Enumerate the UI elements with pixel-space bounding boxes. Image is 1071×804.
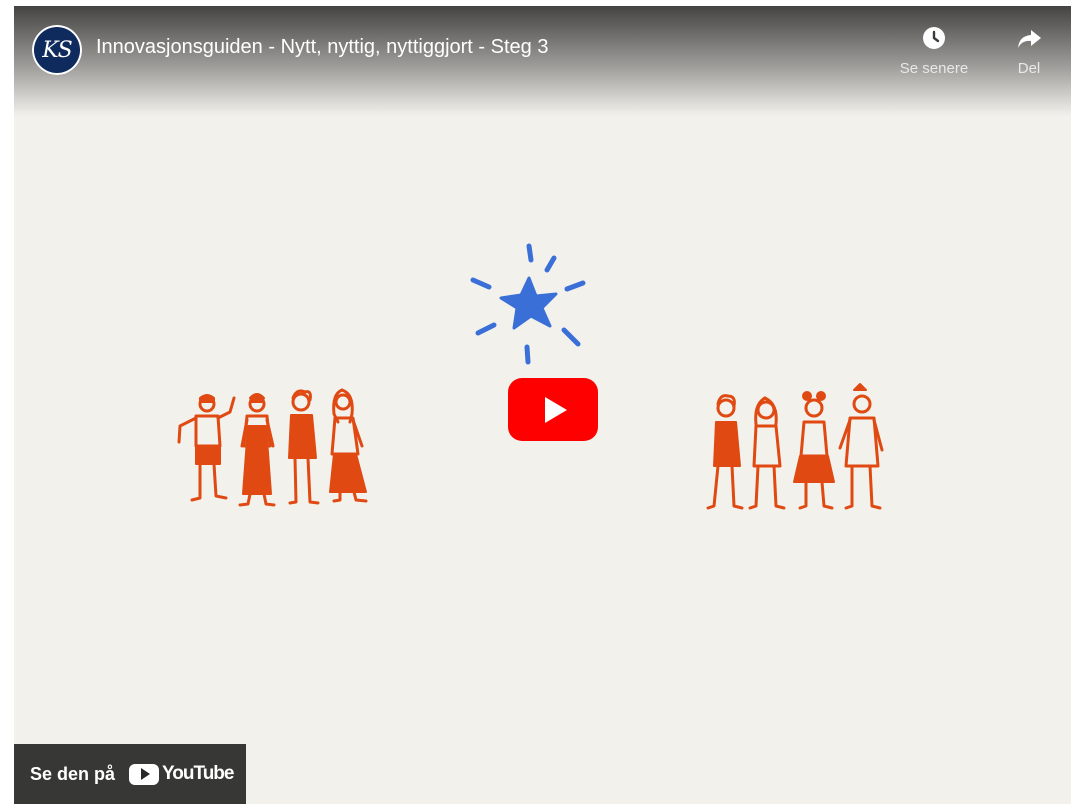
channel-avatar-text: KS <box>42 37 72 63</box>
watch-on-label: Se den på <box>30 763 116 784</box>
youtube-logo-text: YouTube <box>162 763 234 784</box>
watch-later-button[interactable]: Se senere <box>884 24 984 77</box>
share-arrow-icon <box>1018 30 1041 48</box>
watch-later-label: Se senere <box>899 60 969 77</box>
star-icon <box>470 243 586 365</box>
play-icon <box>544 396 567 423</box>
youtube-logo: YouTube <box>129 763 234 785</box>
share-button[interactable]: Del <box>1004 24 1054 77</box>
people-group-right <box>706 383 884 510</box>
share-label: Del <box>1017 60 1041 77</box>
people-group-left <box>177 388 368 507</box>
youtube-play-icon <box>129 763 160 785</box>
watch-on-youtube-button[interactable]: Se den på YouTube <box>14 744 246 804</box>
channel-avatar[interactable]: KS <box>32 25 82 75</box>
clock-icon <box>923 27 945 49</box>
video-title-link[interactable]: Innovasjonsguiden - Nytt, nyttig, nyttig… <box>96 36 548 59</box>
play-button[interactable] <box>508 378 598 441</box>
video-player[interactable]: KS Innovasjonsguiden - Nytt, nyttig, nyt… <box>14 6 1071 804</box>
